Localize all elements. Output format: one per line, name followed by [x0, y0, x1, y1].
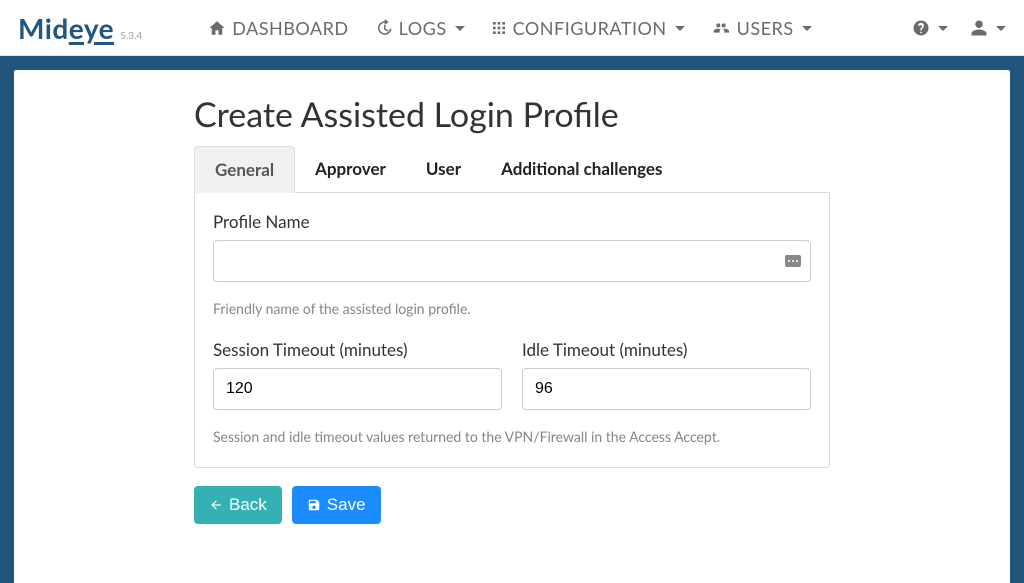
profile-name-input[interactable] [213, 240, 811, 282]
nav-configuration[interactable]: CONFIGURATION [491, 17, 685, 39]
profile-name-label: Profile Name [213, 211, 811, 232]
nav-account[interactable] [970, 19, 1006, 37]
button-row: Back Save [194, 486, 830, 524]
session-timeout-input[interactable] [213, 368, 502, 410]
nav-dashboard[interactable]: DASHBOARD [208, 17, 348, 39]
caret-down-icon [996, 26, 1006, 31]
idle-timeout-label: Idle Timeout (minutes) [522, 339, 811, 360]
back-button-label: Back [229, 495, 267, 515]
timeout-row: Session Timeout (minutes) Idle Timeout (… [213, 339, 811, 410]
caret-down-icon [455, 26, 465, 31]
tab-additional[interactable]: Additional challenges [481, 146, 682, 193]
tabs: General Approver User Additional challen… [194, 145, 830, 193]
general-card: Profile Name Friendly name of the assist… [194, 193, 830, 468]
nav-dashboard-label: DASHBOARD [232, 17, 348, 39]
idle-timeout-input[interactable] [522, 368, 811, 410]
nav-configuration-label: CONFIGURATION [513, 17, 667, 39]
tab-general[interactable]: General [194, 146, 295, 193]
idle-timeout-group: Idle Timeout (minutes) [522, 339, 811, 410]
history-icon [375, 19, 393, 37]
home-icon [208, 19, 226, 37]
brand-logo[interactable]: Mideye 5.3.4 [18, 11, 142, 45]
users-icon [711, 20, 731, 36]
save-button-label: Save [327, 495, 366, 515]
tab-approver[interactable]: Approver [295, 146, 406, 193]
page-title: Create Assisted Login Profile [194, 94, 830, 135]
profile-name-group: Profile Name Friendly name of the assist… [213, 211, 811, 317]
nav-help[interactable] [912, 19, 948, 37]
session-timeout-group: Session Timeout (minutes) [213, 339, 502, 410]
timeout-help: Session and idle timeout values returned… [213, 428, 811, 445]
nav-users-label: USERS [737, 17, 794, 39]
caret-down-icon [938, 26, 948, 31]
profile-name-help: Friendly name of the assisted login prof… [213, 300, 811, 317]
top-navbar: Mideye 5.3.4 DASHBOARD LOGS CONFIGURATIO… [0, 0, 1024, 56]
caret-down-icon [675, 26, 685, 31]
nav-logs-label: LOGS [399, 17, 447, 39]
arrow-left-icon [209, 498, 223, 512]
save-button[interactable]: Save [292, 486, 381, 524]
nav-right [912, 19, 1006, 37]
brand-version: 5.3.4 [120, 30, 142, 42]
help-icon [912, 19, 930, 37]
brand-name: Mideye [18, 11, 114, 45]
main-panel: Create Assisted Login Profile General Ap… [14, 70, 1010, 583]
ellipsis-icon[interactable] [785, 255, 801, 267]
tab-user[interactable]: User [406, 146, 481, 193]
back-button[interactable]: Back [194, 486, 282, 524]
outer-frame: Create Assisted Login Profile General Ap… [0, 56, 1024, 583]
nav-links: DASHBOARD LOGS CONFIGURATION USERS [208, 17, 912, 39]
nav-logs[interactable]: LOGS [375, 17, 465, 39]
user-icon [970, 19, 988, 37]
nav-users[interactable]: USERS [711, 17, 812, 39]
session-timeout-label: Session Timeout (minutes) [213, 339, 502, 360]
save-icon [307, 498, 321, 512]
grid-icon [491, 20, 507, 36]
caret-down-icon [802, 26, 812, 31]
